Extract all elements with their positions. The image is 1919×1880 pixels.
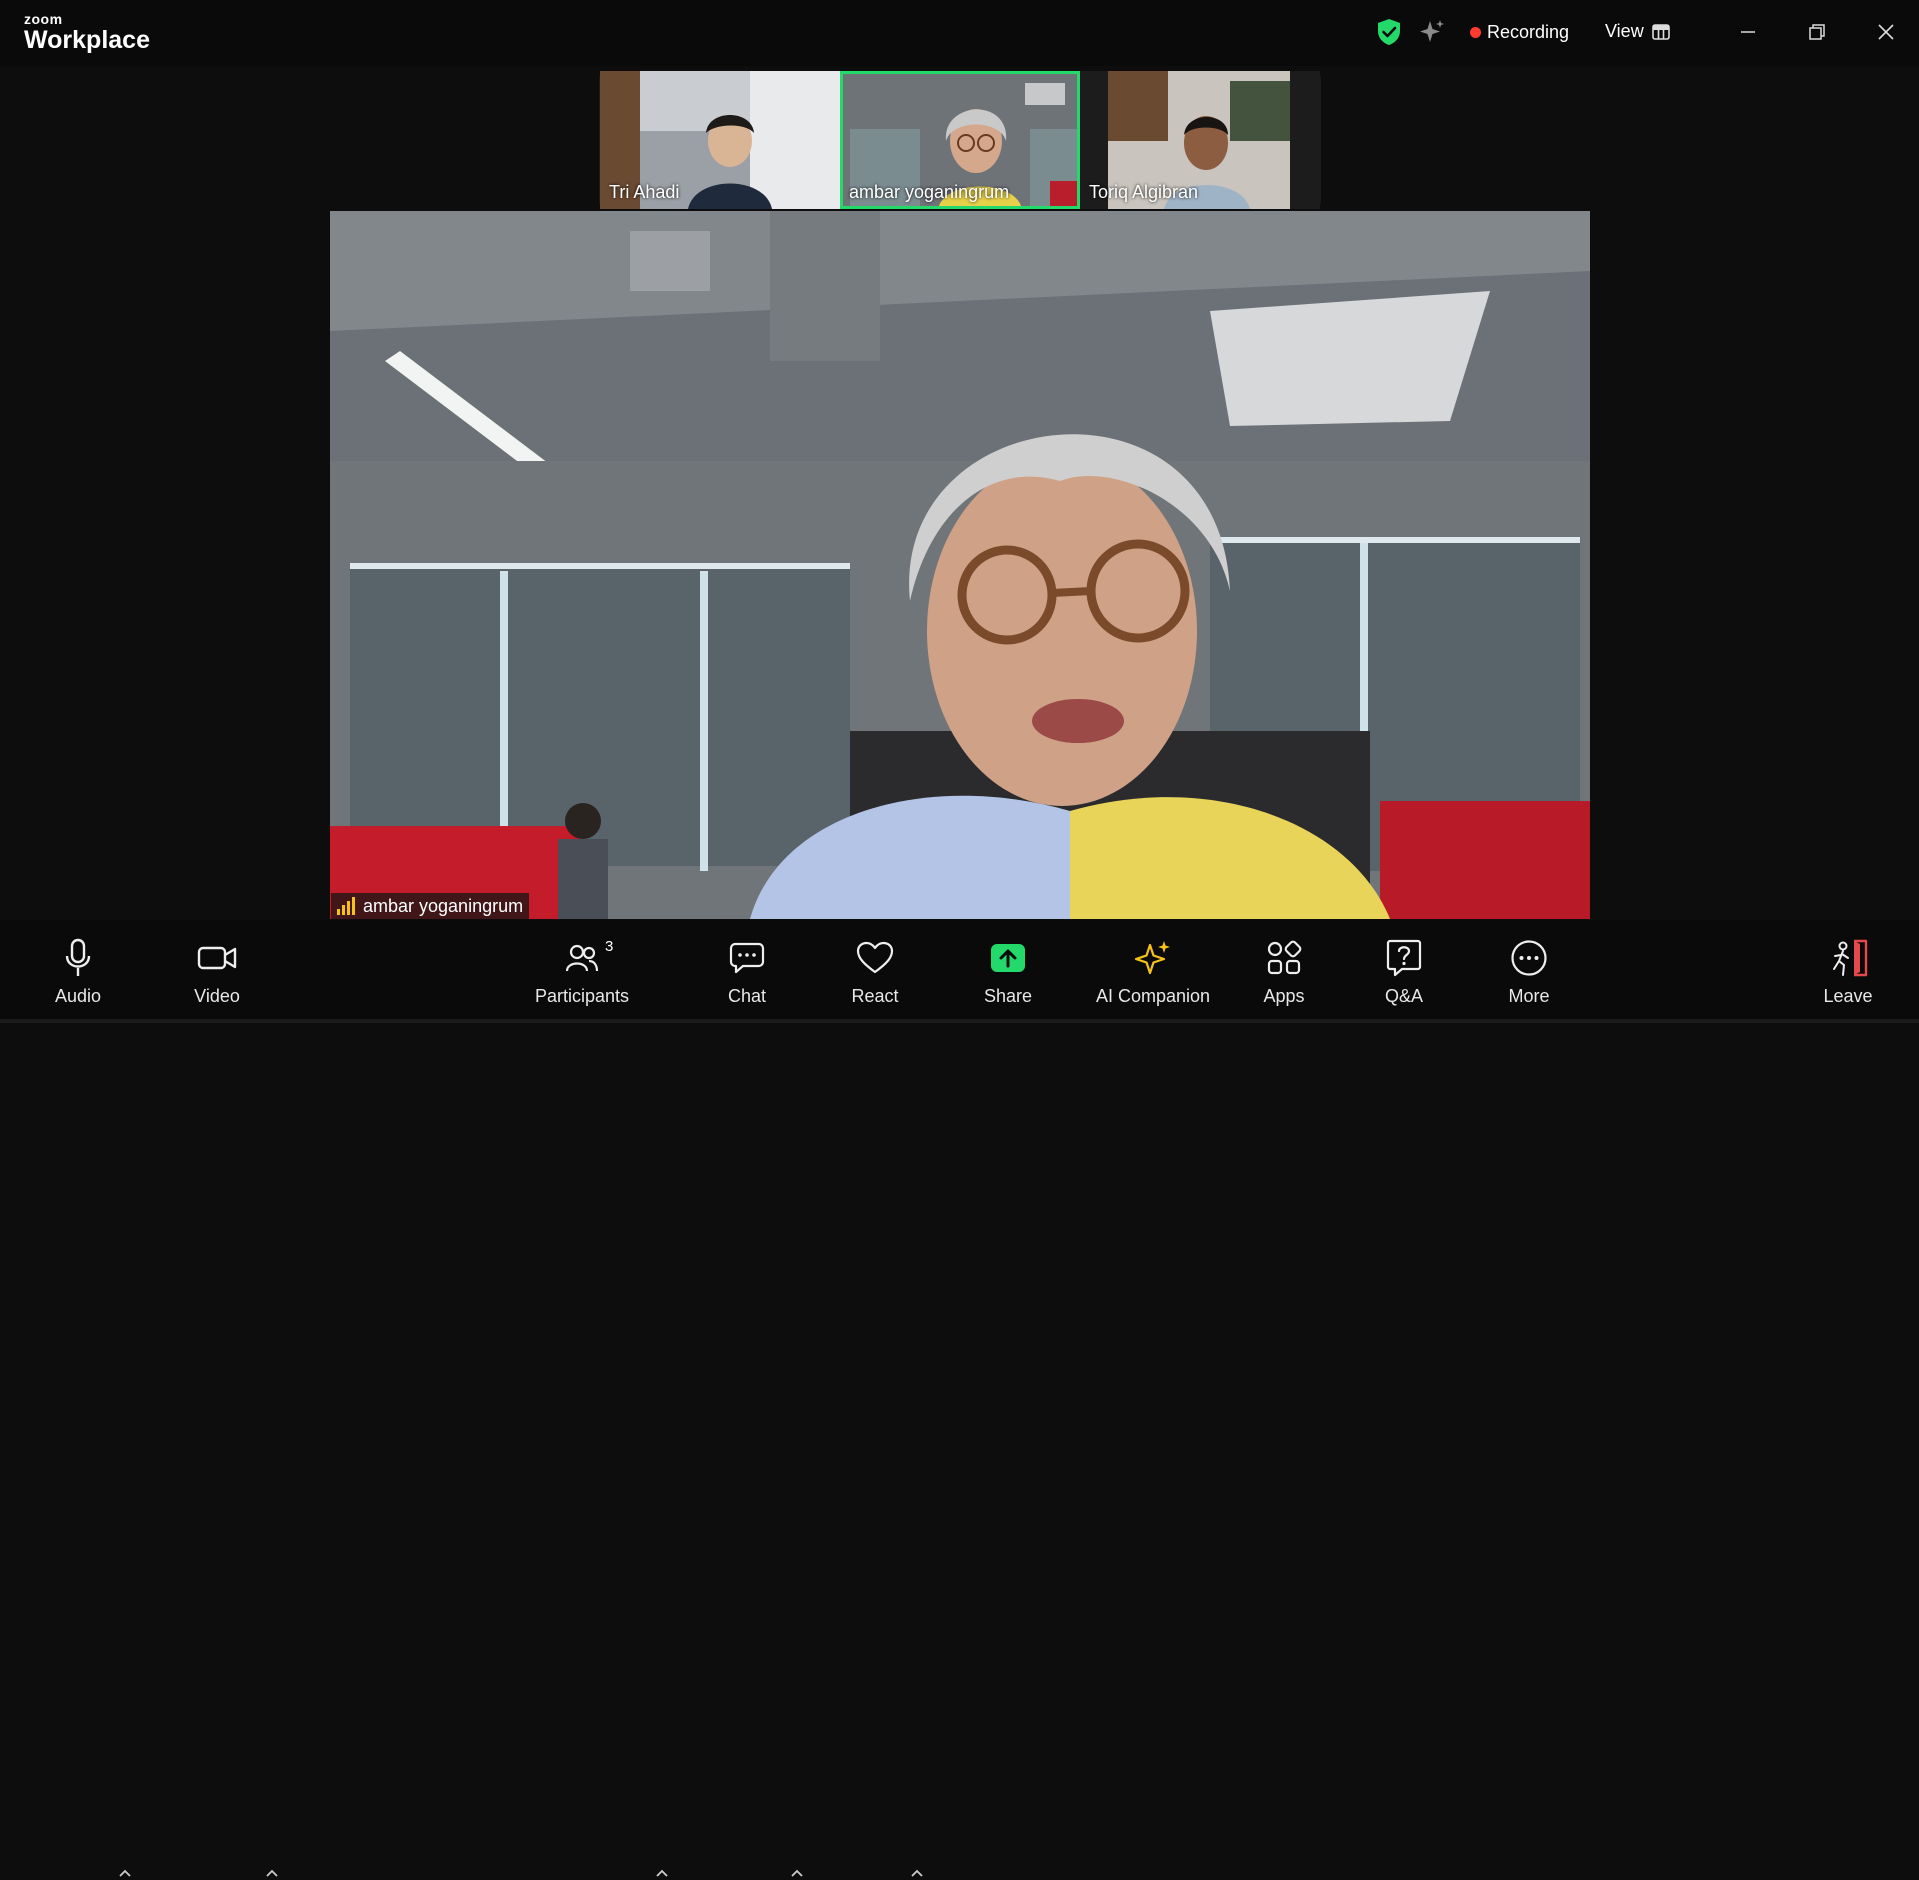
meeting-toolbar: Audio Video 3 Participants Chat React Sh… bbox=[0, 920, 1919, 1877]
participant-name: Toriq Algibran bbox=[1089, 182, 1199, 202]
recording-indicator[interactable]: Recording bbox=[1470, 22, 1569, 43]
brand-large: Workplace bbox=[24, 26, 150, 54]
apps-label: Apps bbox=[1263, 986, 1305, 1006]
window-bottom-edge bbox=[0, 1019, 1919, 1023]
view-button[interactable]: View bbox=[1605, 21, 1670, 42]
chevron-up-icon bbox=[911, 1869, 923, 1877]
brand-small: zoom bbox=[24, 11, 63, 27]
participant-tile[interactable]: Toriq Algibran bbox=[1080, 71, 1320, 209]
audio-button[interactable]: Audio bbox=[48, 920, 108, 1023]
apps-icon bbox=[1266, 936, 1302, 980]
participant-name: ambar yoganingrum bbox=[849, 182, 1010, 202]
main-speaker-video bbox=[330, 211, 1590, 919]
participants-icon: 3 bbox=[565, 936, 613, 980]
leave-button[interactable]: Leave bbox=[1818, 920, 1878, 1023]
react-options-caret[interactable] bbox=[910, 1866, 924, 1880]
video-camera-icon bbox=[197, 936, 237, 980]
video-label: Video bbox=[194, 986, 240, 1006]
view-label: View bbox=[1605, 21, 1644, 41]
more-button[interactable]: More bbox=[1498, 920, 1560, 1023]
question-icon bbox=[1386, 936, 1422, 980]
video-options-caret[interactable] bbox=[265, 1866, 279, 1880]
signal-strength-icon bbox=[337, 897, 355, 915]
app-logo: zoom Workplace bbox=[24, 12, 150, 53]
microphone-icon bbox=[63, 936, 93, 980]
chat-label: Chat bbox=[727, 986, 767, 1006]
react-label: React bbox=[851, 986, 899, 1006]
security-shield-icon[interactable] bbox=[1376, 18, 1402, 46]
qa-label: Q&A bbox=[1384, 986, 1423, 1006]
chat-options-caret[interactable] bbox=[790, 1866, 804, 1880]
recording-dot-icon bbox=[1470, 27, 1481, 38]
more-dots-icon bbox=[1510, 936, 1548, 980]
leave-label: Leave bbox=[1823, 986, 1873, 1006]
apps-button[interactable]: Apps bbox=[1254, 920, 1314, 1023]
audio-label: Audio bbox=[54, 986, 102, 1006]
more-label: More bbox=[1508, 986, 1550, 1006]
audio-options-caret[interactable] bbox=[118, 1866, 132, 1880]
participant-tile[interactable]: Tri Ahadi bbox=[600, 71, 840, 209]
video-button[interactable]: Video bbox=[187, 920, 247, 1023]
restore-icon bbox=[1809, 24, 1825, 40]
restore-button[interactable] bbox=[1797, 14, 1837, 50]
participants-options-caret[interactable] bbox=[655, 1866, 669, 1880]
ai-sparkle-icon[interactable] bbox=[1418, 18, 1446, 46]
main-speaker-label: ambar yoganingrum bbox=[331, 893, 530, 919]
speaker-name: ambar yoganingrum bbox=[363, 895, 524, 916]
participants-button[interactable]: 3 Participants bbox=[528, 920, 636, 1023]
leave-door-icon bbox=[1828, 936, 1868, 980]
recording-label: Recording bbox=[1487, 22, 1570, 42]
grid-view-icon bbox=[1651, 23, 1670, 40]
chat-button[interactable]: Chat bbox=[717, 920, 777, 1023]
minimize-button[interactable] bbox=[1728, 14, 1768, 50]
minimize-icon bbox=[1741, 31, 1755, 33]
ai-companion-sparkle-icon bbox=[1134, 936, 1172, 980]
ai-companion-label: AI Companion bbox=[1095, 986, 1211, 1006]
close-icon bbox=[1878, 24, 1894, 40]
chevron-up-icon bbox=[266, 1869, 278, 1877]
qa-button[interactable]: Q&A bbox=[1374, 920, 1434, 1023]
close-window-button[interactable] bbox=[1866, 14, 1906, 50]
chat-icon bbox=[729, 936, 765, 980]
share-upload-icon bbox=[990, 936, 1026, 980]
react-button[interactable]: React bbox=[844, 920, 906, 1023]
participant-name: Tri Ahadi bbox=[609, 182, 680, 202]
title-bar: zoom Workplace Recording View bbox=[0, 0, 1919, 66]
participant-strip: Tri Ahadi ambar yoganingrum Toriq Algibr… bbox=[599, 71, 1321, 209]
chevron-up-icon bbox=[791, 1869, 803, 1877]
ai-companion-button[interactable]: AI Companion bbox=[1091, 920, 1215, 1023]
heart-icon bbox=[856, 936, 894, 980]
participant-tile-active-speaker[interactable]: ambar yoganingrum bbox=[840, 71, 1080, 209]
share-button[interactable]: Share bbox=[978, 920, 1038, 1023]
participants-label: Participants bbox=[534, 986, 630, 1006]
chevron-up-icon bbox=[656, 1869, 668, 1877]
participants-count: 3 bbox=[605, 938, 614, 955]
chevron-up-icon bbox=[119, 1869, 131, 1877]
share-label: Share bbox=[983, 986, 1033, 1006]
